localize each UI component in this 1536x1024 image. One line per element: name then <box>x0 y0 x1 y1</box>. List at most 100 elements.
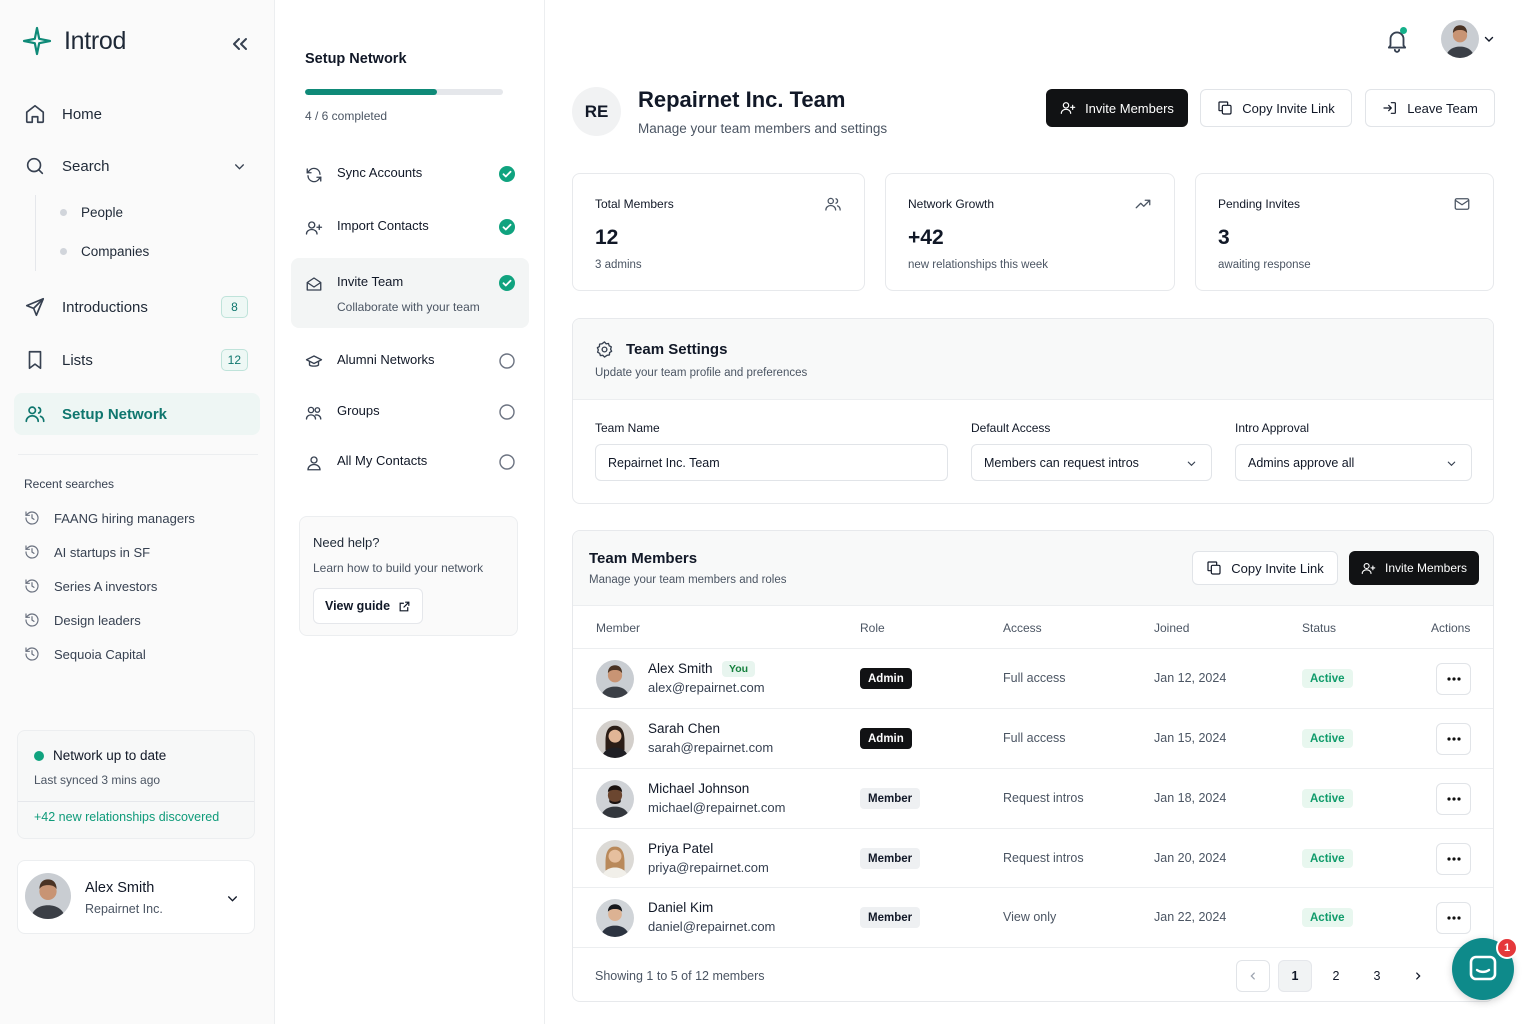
check-circle-icon <box>499 166 515 182</box>
step-label: Invite Team <box>337 274 404 289</box>
copy-icon <box>1218 101 1232 115</box>
pagination-page-1[interactable]: 1 <box>1278 960 1312 992</box>
stat-subtext: 3 admins <box>595 259 642 271</box>
column-header-actions: Actions <box>1431 621 1471 635</box>
step-invite-team[interactable]: Invite Team Collaborate with your team <box>291 258 529 328</box>
chevron-down-icon <box>1187 461 1196 467</box>
invite-members-button[interactable]: Invite Members <box>1046 89 1188 127</box>
stat-title: Network Growth <box>908 197 995 211</box>
user-name: Alex Smith <box>85 880 155 896</box>
stat-pending-invites: Pending Invites 3 awaiting response <box>1195 173 1494 291</box>
copy-invite-link-button[interactable]: Copy Invite Link <box>1192 551 1338 585</box>
pagination-page-2[interactable]: 2 <box>1319 960 1353 992</box>
row-actions-button[interactable] <box>1436 663 1471 695</box>
step-groups[interactable]: Groups <box>291 403 529 422</box>
joined-date: Jan 20, 2024 <box>1154 851 1227 865</box>
pagination-prev-button[interactable] <box>1236 960 1270 992</box>
nav-search[interactable]: Search <box>14 145 260 187</box>
chevron-down-icon[interactable] <box>1483 33 1495 45</box>
table-row[interactable]: Sarah Chen sarah@repairnet.com Admin Ful… <box>573 708 1493 768</box>
member-name: Priya Patel <box>648 841 714 856</box>
row-actions-button[interactable] <box>1436 902 1471 934</box>
collapse-sidebar-icon[interactable] <box>228 32 252 56</box>
avatar <box>596 720 634 758</box>
section-subtitle: Update your team profile and preferences <box>595 367 808 379</box>
nav-setup-network[interactable]: Setup Network <box>14 393 260 435</box>
step-label: All My Contacts <box>337 453 428 468</box>
recent-search-item[interactable]: Design leaders <box>24 612 141 628</box>
setup-network-panel: Setup Network 4 / 6 completed Sync Accou… <box>275 0 545 1024</box>
row-actions-button[interactable] <box>1436 783 1471 815</box>
step-all-my-contacts[interactable]: All My Contacts <box>291 453 529 472</box>
access-text: Request intros <box>1003 791 1084 805</box>
app-logo[interactable]: Introd <box>22 26 126 56</box>
table-row[interactable]: Priya Patel priya@repairnet.com Member R… <box>573 828 1493 888</box>
step-sync-accounts[interactable]: Sync Accounts <box>291 165 529 184</box>
sync-status-card: Network up to date Last synced 3 mins ag… <box>17 730 255 839</box>
step-alumni-networks[interactable]: Alumni Networks <box>291 352 529 371</box>
pagination-next-button[interactable] <box>1401 960 1435 992</box>
refresh-icon <box>306 167 322 183</box>
sparkle-logo-icon <box>22 26 52 56</box>
mail-open-icon <box>306 277 322 291</box>
chevron-down-icon <box>1447 461 1456 467</box>
chevron-down-icon[interactable] <box>233 160 246 173</box>
stat-subtext: new relationships this week <box>908 259 1048 271</box>
access-text: Request intros <box>1003 851 1084 865</box>
team-avatar: RE <box>572 87 621 136</box>
nav-setup-network-label: Setup Network <box>62 405 168 423</box>
intro-approval-label: Intro Approval <box>1235 421 1310 435</box>
log-in-icon <box>1383 102 1397 114</box>
table-row[interactable]: Daniel Kim daniel@repairnet.com Member V… <box>573 887 1493 947</box>
user-profile-card[interactable]: Alex Smith Repairnet Inc. <box>17 860 255 934</box>
member-name: Daniel Kim <box>648 900 714 915</box>
access-text: View only <box>1003 910 1057 924</box>
copy-invite-link-button[interactable]: Copy Invite Link <box>1200 89 1352 127</box>
copy-icon <box>1207 561 1221 575</box>
table-row[interactable]: Alex Smith You alex@repairnet.com Admin … <box>573 648 1493 708</box>
recent-search-item[interactable]: AI startups in SF <box>24 544 150 560</box>
leave-team-button[interactable]: Leave Team <box>1365 89 1495 127</box>
chevron-down-icon[interactable] <box>226 892 239 905</box>
role-badge: Admin <box>860 668 912 689</box>
nav-lists[interactable]: Lists 12 <box>14 339 260 381</box>
recent-search-item[interactable]: FAANG hiring managers <box>24 510 195 526</box>
nav-search-people[interactable]: People <box>60 205 123 220</box>
new-relationships-link[interactable]: +42 new relationships discovered <box>34 810 219 824</box>
pagination-page-3[interactable]: 3 <box>1360 960 1394 992</box>
nav-introductions[interactable]: Introductions 8 <box>14 286 260 328</box>
introductions-count-badge: 8 <box>221 296 248 318</box>
recent-search-item[interactable]: Sequoia Capital <box>24 646 146 662</box>
notification-dot <box>1400 27 1407 34</box>
default-access-select[interactable]: Members can request intros <box>971 444 1212 481</box>
role-badge: Member <box>860 848 921 869</box>
avatar[interactable] <box>1441 20 1479 58</box>
step-import-contacts[interactable]: Import Contacts <box>291 218 529 237</box>
stat-value: 12 <box>595 226 619 249</box>
help-title: Need help? <box>313 535 380 550</box>
intro-approval-select[interactable]: Admins approve all <box>1235 444 1472 481</box>
select-value: Admins approve all <box>1248 455 1355 470</box>
row-actions-button[interactable] <box>1436 843 1471 875</box>
nav-search-companies[interactable]: Companies <box>60 244 149 259</box>
nav-home[interactable]: Home <box>14 93 260 135</box>
recent-search-label: Design leaders <box>54 612 141 628</box>
member-name: Alex Smith <box>648 661 713 676</box>
sync-status-title: Network up to date <box>53 748 167 763</box>
invite-members-button[interactable]: Invite Members <box>1349 551 1479 585</box>
table-row[interactable]: Michael Johnson michael@repairnet.com Me… <box>573 768 1493 828</box>
more-horizontal-icon <box>1446 737 1461 741</box>
stat-network-growth: Network Growth +42 new relationships thi… <box>885 173 1175 291</box>
team-name-input[interactable]: Repairnet Inc. Team <box>595 444 948 481</box>
view-guide-button[interactable]: View guide <box>313 588 423 624</box>
bullet-dot <box>60 248 67 255</box>
button-label: Invite Members <box>1085 100 1174 116</box>
user-plus-icon <box>1060 102 1076 114</box>
row-actions-button[interactable] <box>1436 723 1471 755</box>
recent-searches-title: Recent searches <box>24 477 115 491</box>
member-email: sarah@repairnet.com <box>648 740 774 755</box>
column-header-access: Access <box>1003 621 1042 635</box>
stat-value: 3 <box>1218 226 1230 249</box>
search-icon <box>26 157 44 175</box>
recent-search-item[interactable]: Series A investors <box>24 578 157 594</box>
